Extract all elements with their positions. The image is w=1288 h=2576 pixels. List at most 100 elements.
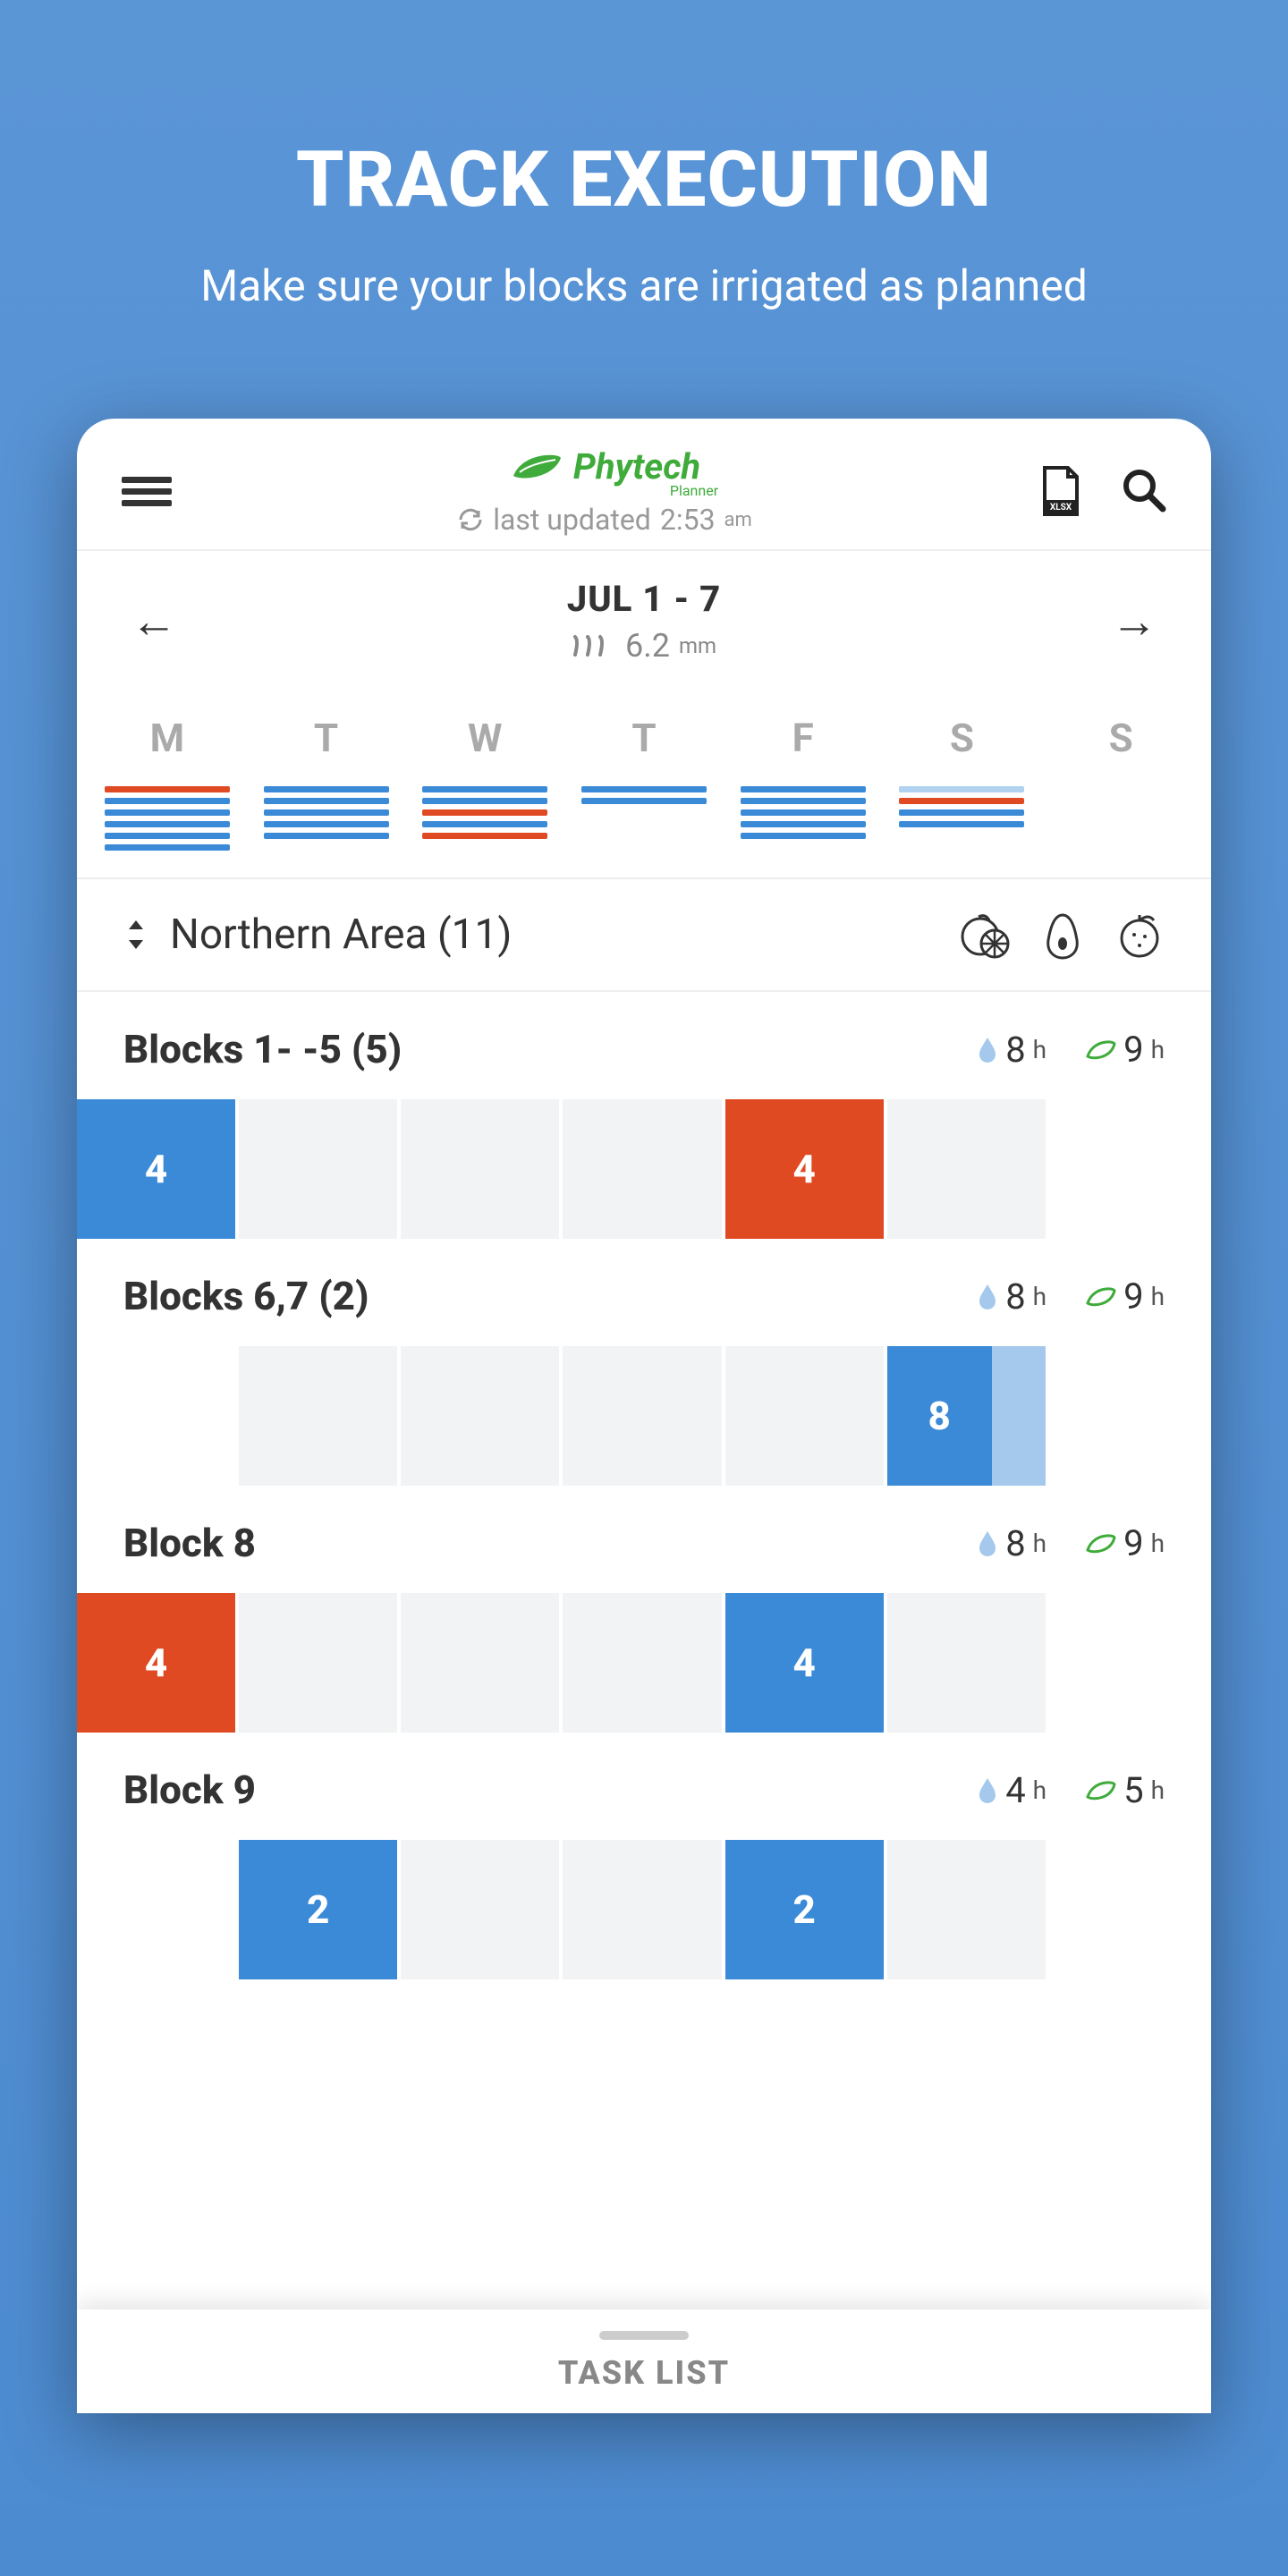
task-list-sheet[interactable]: TASK LIST <box>77 2309 1211 2413</box>
block-cell[interactable] <box>563 1346 724 1486</box>
summary-bar <box>264 786 389 792</box>
block-cell <box>1049 1346 1211 1486</box>
block-header[interactable]: Blocks 6,7 (2) 8h9h <box>77 1239 1211 1346</box>
block-cell <box>77 1346 239 1486</box>
block-cell[interactable]: 4 <box>77 1099 239 1239</box>
day-column[interactable]: T <box>254 715 399 851</box>
summary-bar <box>105 809 230 816</box>
block-cell[interactable] <box>563 1099 724 1239</box>
day-bars <box>890 786 1035 827</box>
sort-icon[interactable] <box>123 919 148 951</box>
summary-bar <box>105 833 230 839</box>
block-title: Block 8 <box>123 1520 256 1566</box>
sheet-handle-icon[interactable] <box>599 2331 689 2340</box>
citrus-icon[interactable] <box>961 910 1011 960</box>
evapotranspiration-icon <box>572 633 616 658</box>
orange-icon[interactable] <box>1114 910 1165 960</box>
export-xlsx-icon[interactable]: XLSX <box>1038 466 1084 516</box>
blocks-container: Blocks 1- -5 (5)8h9h44Blocks 6,7 (2)8h9h… <box>77 992 1211 1979</box>
day-column[interactable]: S <box>1048 715 1193 851</box>
block-cell[interactable] <box>887 1840 1049 1979</box>
avocado-icon[interactable] <box>1038 910 1088 960</box>
day-label: W <box>412 715 557 761</box>
day-column[interactable]: T <box>572 715 716 851</box>
water-metric: 4h <box>977 1769 1046 1811</box>
water-drop-icon <box>977 1036 998 1063</box>
summary-bar <box>105 798 230 804</box>
summary-bar <box>105 786 230 792</box>
summary-bar <box>581 786 707 792</box>
block-section: Blocks 6,7 (2) 8h9h 8 <box>77 1239 1211 1486</box>
leaf-metric: 9h <box>1086 1522 1165 1564</box>
date-nav: ← JUL 1 - 7 6.2 mm → <box>77 549 1211 682</box>
block-metrics: 8h 9h <box>977 1522 1165 1564</box>
block-cell[interactable] <box>401 1346 563 1486</box>
next-week-arrow[interactable]: → <box>1111 594 1157 648</box>
block-cell[interactable] <box>563 1840 724 1979</box>
block-title: Blocks 1- -5 (5) <box>123 1026 402 1072</box>
block-cell[interactable]: 4 <box>725 1593 887 1733</box>
block-cell[interactable] <box>401 1099 563 1239</box>
water-drop-icon <box>977 1530 998 1556</box>
day-label: S <box>1048 715 1193 761</box>
prev-week-arrow[interactable]: ← <box>131 594 177 648</box>
water-metric: 8h <box>977 1522 1046 1564</box>
cell-extra <box>992 1346 1046 1486</box>
summary-bar <box>422 809 547 816</box>
block-cell[interactable] <box>725 1346 887 1486</box>
block-cell[interactable] <box>563 1593 724 1733</box>
block-cell[interactable] <box>887 1593 1049 1733</box>
day-label: T <box>254 715 399 761</box>
summary-bar <box>741 786 866 792</box>
block-cell[interactable] <box>239 1099 401 1239</box>
block-metrics: 8h9h <box>977 1275 1165 1318</box>
block-header[interactable]: Block 8 8h 9h <box>77 1486 1211 1593</box>
leaf-small-icon <box>1086 1285 1116 1307</box>
week-grid: MTWTFSS <box>77 682 1211 877</box>
day-label: S <box>890 715 1035 761</box>
block-cell[interactable] <box>887 1099 1049 1239</box>
area-name: Northern Area (11) <box>170 911 512 959</box>
area-row[interactable]: Northern Area (11) <box>77 877 1211 992</box>
et-unit: mm <box>679 633 716 658</box>
hamburger-icon[interactable] <box>122 471 172 511</box>
summary-bar <box>899 821 1024 827</box>
block-cell[interactable]: 4 <box>725 1099 887 1239</box>
brand-sub: Planner <box>351 482 1038 499</box>
crop-icons <box>961 910 1165 960</box>
block-grid: 8 <box>77 1346 1211 1486</box>
svg-text:XLSX: XLSX <box>1050 503 1072 513</box>
et-value: 6.2 <box>625 627 670 665</box>
promo-title: TRACK EXECUTION <box>54 134 1234 225</box>
water-metric: 8h <box>977 1029 1046 1071</box>
block-cell[interactable] <box>401 1593 563 1733</box>
block-header[interactable]: Block 94h5h <box>77 1733 1211 1840</box>
block-cell[interactable]: 2 <box>239 1840 401 1979</box>
search-icon[interactable] <box>1120 466 1166 516</box>
day-label: F <box>731 715 876 761</box>
block-title: Blocks 6,7 (2) <box>123 1273 369 1319</box>
block-header[interactable]: Blocks 1- -5 (5)8h9h <box>77 992 1211 1099</box>
block-cell[interactable]: 2 <box>725 1840 887 1979</box>
summary-bar <box>422 833 547 839</box>
block-cell <box>77 1840 239 1979</box>
summary-bar <box>899 809 1024 816</box>
block-cell[interactable]: 8 <box>887 1346 1049 1486</box>
summary-bar <box>741 833 866 839</box>
day-column[interactable]: F <box>731 715 876 851</box>
day-column[interactable]: W <box>412 715 557 851</box>
block-cell[interactable]: 4 <box>77 1593 239 1733</box>
block-grid: 44 <box>77 1593 1211 1733</box>
block-section: Block 94h5h2 2 <box>77 1733 1211 1979</box>
last-updated-time: 2:53 <box>660 503 716 537</box>
day-column[interactable]: M <box>95 715 240 851</box>
block-cell[interactable] <box>239 1593 401 1733</box>
app-frame: Phytech Planner last updated 2:53 am XLS… <box>77 419 1211 2413</box>
day-column[interactable]: S <box>890 715 1035 851</box>
block-cell[interactable] <box>239 1346 401 1486</box>
summary-bar <box>105 821 230 827</box>
water-metric: 8h <box>977 1275 1046 1318</box>
leaf-small-icon <box>1086 1779 1116 1801</box>
logo-area: Phytech Planner last updated 2:53 am <box>172 445 1038 537</box>
block-cell[interactable] <box>401 1840 563 1979</box>
